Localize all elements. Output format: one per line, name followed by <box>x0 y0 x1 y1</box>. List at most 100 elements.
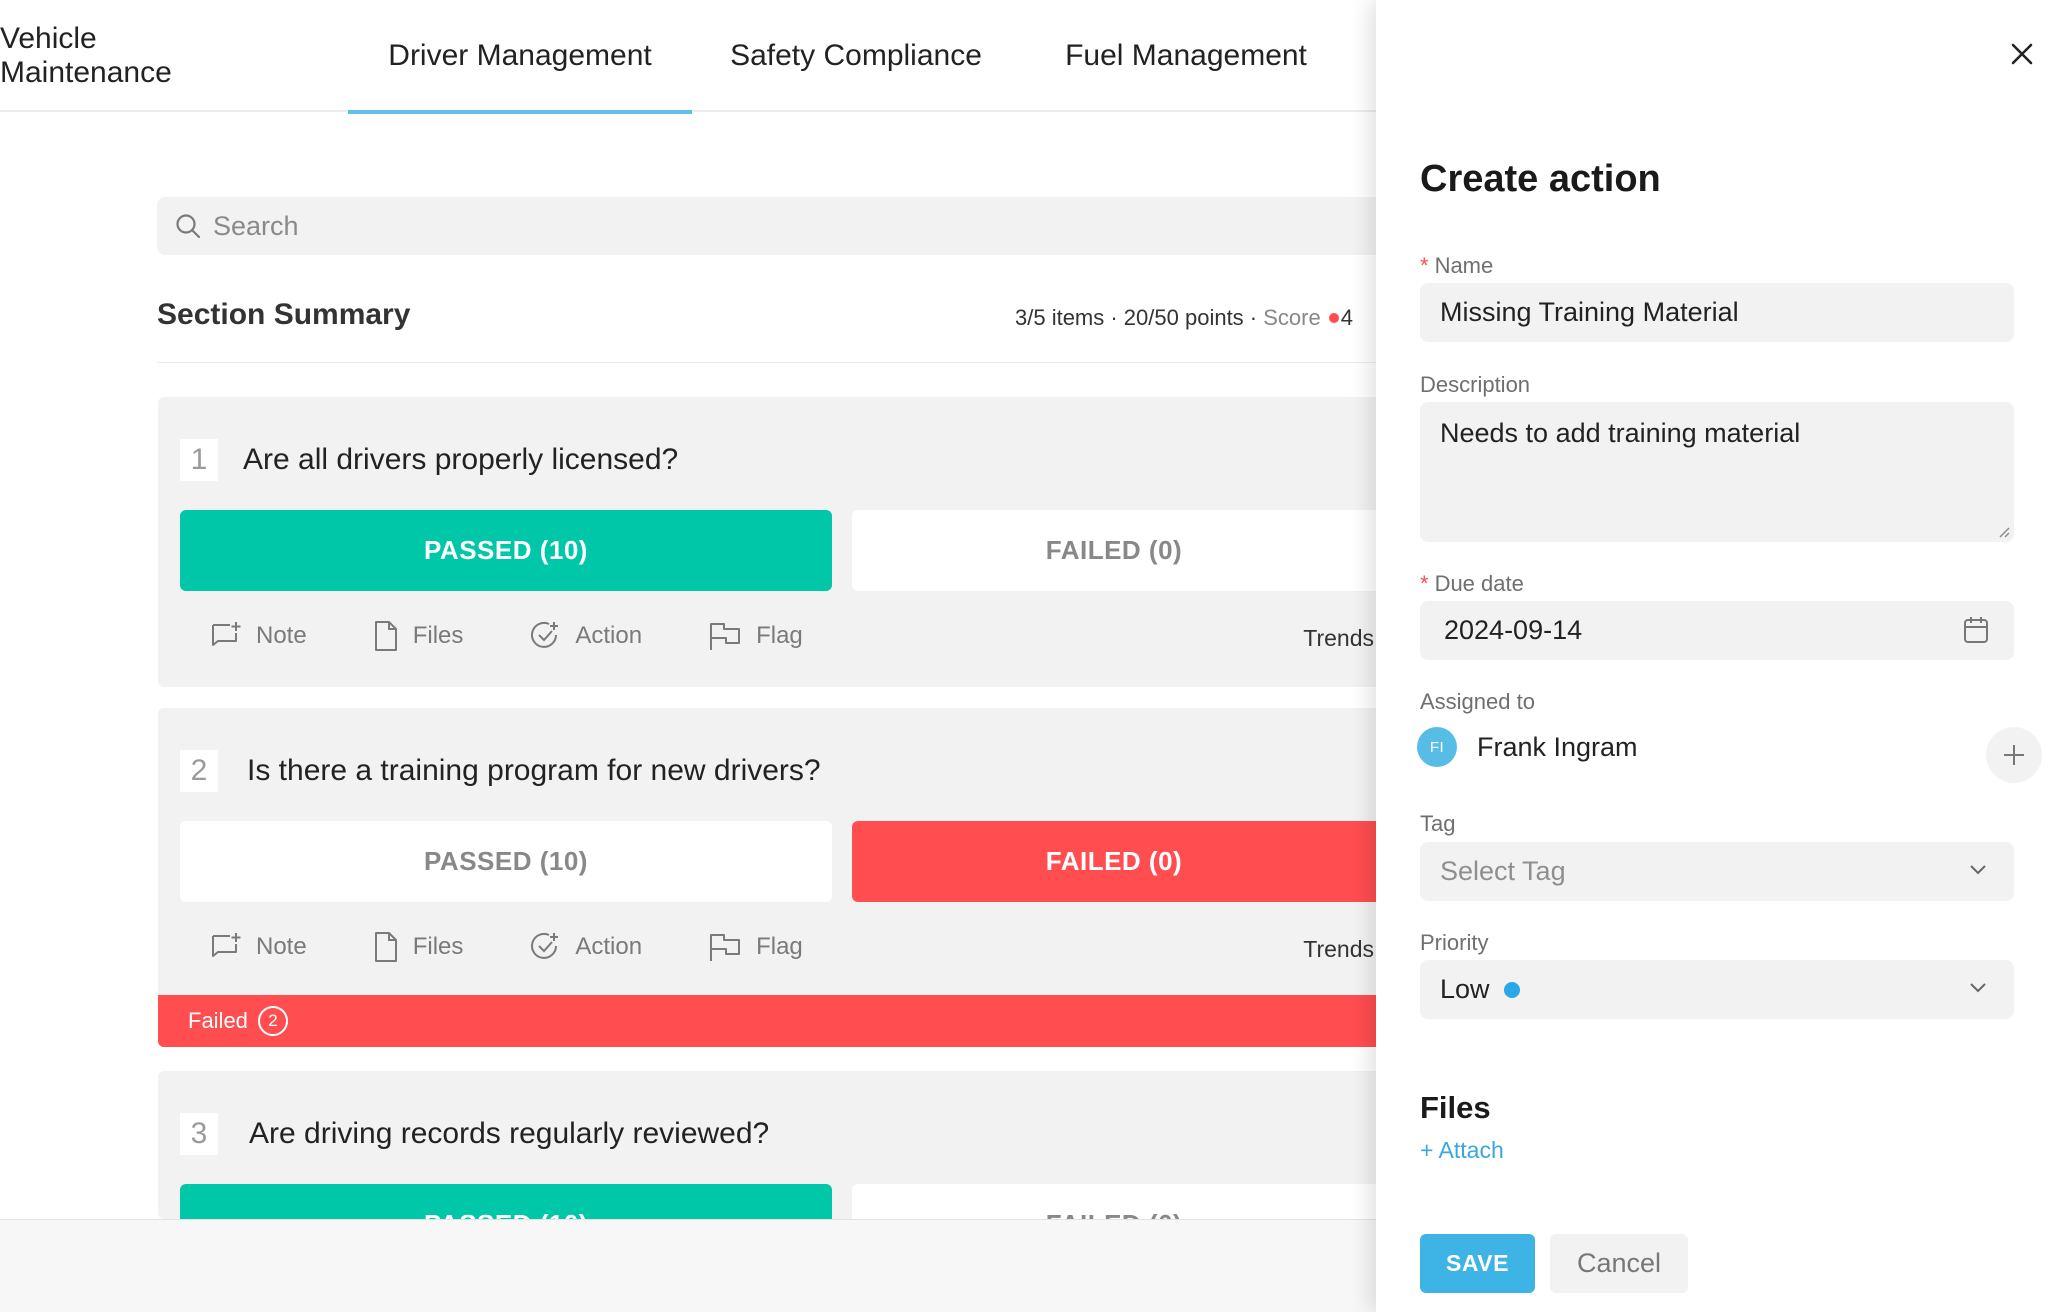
failed-banner[interactable]: Failed 2 <box>158 995 1376 1047</box>
drawer-title: Create action <box>1420 158 1661 200</box>
assigned-to-label: Assigned to <box>1420 689 1535 714</box>
due-date-value: 2024-09-14 <box>1444 615 1583 645</box>
trends-link[interactable]: Trends <box>1303 625 1374 652</box>
question-number: 3 <box>180 1113 218 1155</box>
attach-link[interactable]: + Attach <box>1420 1137 1504 1164</box>
resize-handle-icon[interactable] <box>1996 524 2010 538</box>
tag-label: Tag <box>1420 811 1456 836</box>
note-label: Note <box>256 622 307 649</box>
question-card: 1 Are all drivers properly licensed? PAS… <box>158 397 1376 687</box>
avatar: FI <box>1417 727 1457 767</box>
retry-count: 2 <box>268 1011 278 1030</box>
name-value: Missing Training Material <box>1440 297 1739 327</box>
search-input[interactable]: Search <box>157 197 1376 255</box>
note-label: Note <box>256 933 307 960</box>
section-summary-title: Section Summary <box>157 298 411 331</box>
due-date-label: * Due date <box>1420 571 1524 597</box>
due-date-field[interactable]: 2024-09-14 <box>1420 601 2014 660</box>
question-actions: Note Files Action Flag <box>210 931 869 963</box>
summary-counts: 3/5 items · 20/50 points · <box>1015 305 1264 330</box>
action-label: Action <box>575 933 643 960</box>
section-summary-stats: 3/5 items · 20/50 points · Score 4 <box>1015 305 1353 331</box>
failed-banner-label: Failed <box>188 1008 248 1033</box>
tab-vehicle-maintenance[interactable]: Vehicle Maintenance <box>0 0 268 112</box>
assignee-name: Frank Ingram <box>1477 731 1638 762</box>
add-assignee-button[interactable] <box>1986 727 2042 783</box>
name-label: * Name <box>1420 253 1493 279</box>
tab-safety-compliance[interactable]: Safety Compliance <box>692 0 1020 112</box>
trends-link[interactable]: Trends <box>1303 936 1374 963</box>
tag-placeholder: Select Tag <box>1440 856 1566 886</box>
flag-icon <box>708 621 756 651</box>
note-button[interactable]: Note <box>210 621 307 651</box>
flag-label: Flag <box>756 622 803 649</box>
file-icon <box>373 931 413 963</box>
chevron-down-icon <box>1968 980 1988 994</box>
cancel-button[interactable]: Cancel <box>1550 1234 1688 1293</box>
action-button[interactable]: Action <box>529 620 642 652</box>
file-icon <box>373 620 413 652</box>
plus-icon <box>2001 742 2027 768</box>
priority-dot <box>1503 981 1520 998</box>
tab-bar: Vehicle Maintenance Driver Management Sa… <box>0 0 1376 114</box>
tag-select[interactable]: Select Tag <box>1420 842 2014 901</box>
question-actions: Note Files Action Flag <box>210 620 869 652</box>
files-label: Files <box>412 622 464 649</box>
action-label: Action <box>575 622 643 649</box>
failed-button[interactable]: FAILED (0) <box>852 510 1376 591</box>
question-text: Is there a training program for new driv… <box>247 754 821 787</box>
flag-label: Flag <box>756 933 803 960</box>
files-title: Files <box>1420 1090 1491 1125</box>
required-marker: * <box>1420 253 1429 278</box>
description-label: Description <box>1420 372 1531 397</box>
passed-button[interactable]: PASSED (10) <box>180 1184 832 1219</box>
score-status-dot <box>1328 313 1339 324</box>
search-placeholder: Search <box>213 210 299 241</box>
action-check-icon <box>529 931 575 963</box>
files-label: Files <box>412 933 464 960</box>
priority-value: Low <box>1440 974 1490 1004</box>
bottom-bar <box>0 1219 1376 1312</box>
note-icon <box>210 621 256 651</box>
question-text: Are driving records regularly reviewed? <box>249 1117 770 1150</box>
chevron-down-icon <box>1968 862 1988 876</box>
flag-button[interactable]: Flag <box>708 621 803 651</box>
failed-button[interactable]: FAILED (0) <box>852 1184 1376 1219</box>
failed-button[interactable]: FAILED (0) <box>852 821 1376 902</box>
tab-fuel-management[interactable]: Fuel Management <box>1020 0 1352 112</box>
priority-label: Priority <box>1420 930 1489 955</box>
summary-score-value: 4 <box>1340 305 1353 330</box>
description-value: Needs to add training material <box>1440 418 1801 448</box>
name-label-text: Name <box>1434 253 1494 278</box>
flag-icon <box>708 932 756 962</box>
summary-score-label: Score <box>1263 305 1321 330</box>
due-date-label-text: Due date <box>1434 571 1524 596</box>
description-field[interactable]: Needs to add training material <box>1420 402 2014 542</box>
priority-select[interactable]: Low <box>1420 960 2014 1019</box>
question-number: 1 <box>180 439 218 481</box>
tab-driver-management[interactable]: Driver Management <box>348 0 692 114</box>
action-check-icon <box>529 620 575 652</box>
calendar-icon[interactable] <box>1962 615 1990 645</box>
name-field[interactable]: Missing Training Material <box>1420 283 2014 342</box>
search-icon <box>175 213 201 239</box>
save-button[interactable]: SAVE <box>1420 1234 1535 1293</box>
passed-button[interactable]: PASSED (10) <box>180 510 832 591</box>
question-card: 2 Is there a training program for new dr… <box>158 708 1376 1047</box>
question-number: 2 <box>180 750 218 792</box>
divider <box>157 362 1376 363</box>
passed-button[interactable]: PASSED (10) <box>180 821 832 902</box>
retry-count-icon: 2 <box>257 1006 288 1036</box>
close-icon[interactable] <box>2004 36 2040 72</box>
flag-button[interactable]: Flag <box>708 932 803 962</box>
files-button[interactable]: Files <box>373 931 464 963</box>
assignee[interactable]: FI Frank Ingram <box>1417 727 1638 767</box>
question-card: 3 Are driving records regularly reviewed… <box>158 1071 1376 1219</box>
action-button[interactable]: Action <box>529 931 642 963</box>
note-icon <box>210 932 256 962</box>
create-action-drawer: Create action * Name Missing Training Mat… <box>1376 0 2048 1312</box>
files-button[interactable]: Files <box>373 620 464 652</box>
note-button[interactable]: Note <box>210 932 307 962</box>
question-text: Are all drivers properly licensed? <box>243 443 679 476</box>
required-marker: * <box>1420 571 1429 596</box>
